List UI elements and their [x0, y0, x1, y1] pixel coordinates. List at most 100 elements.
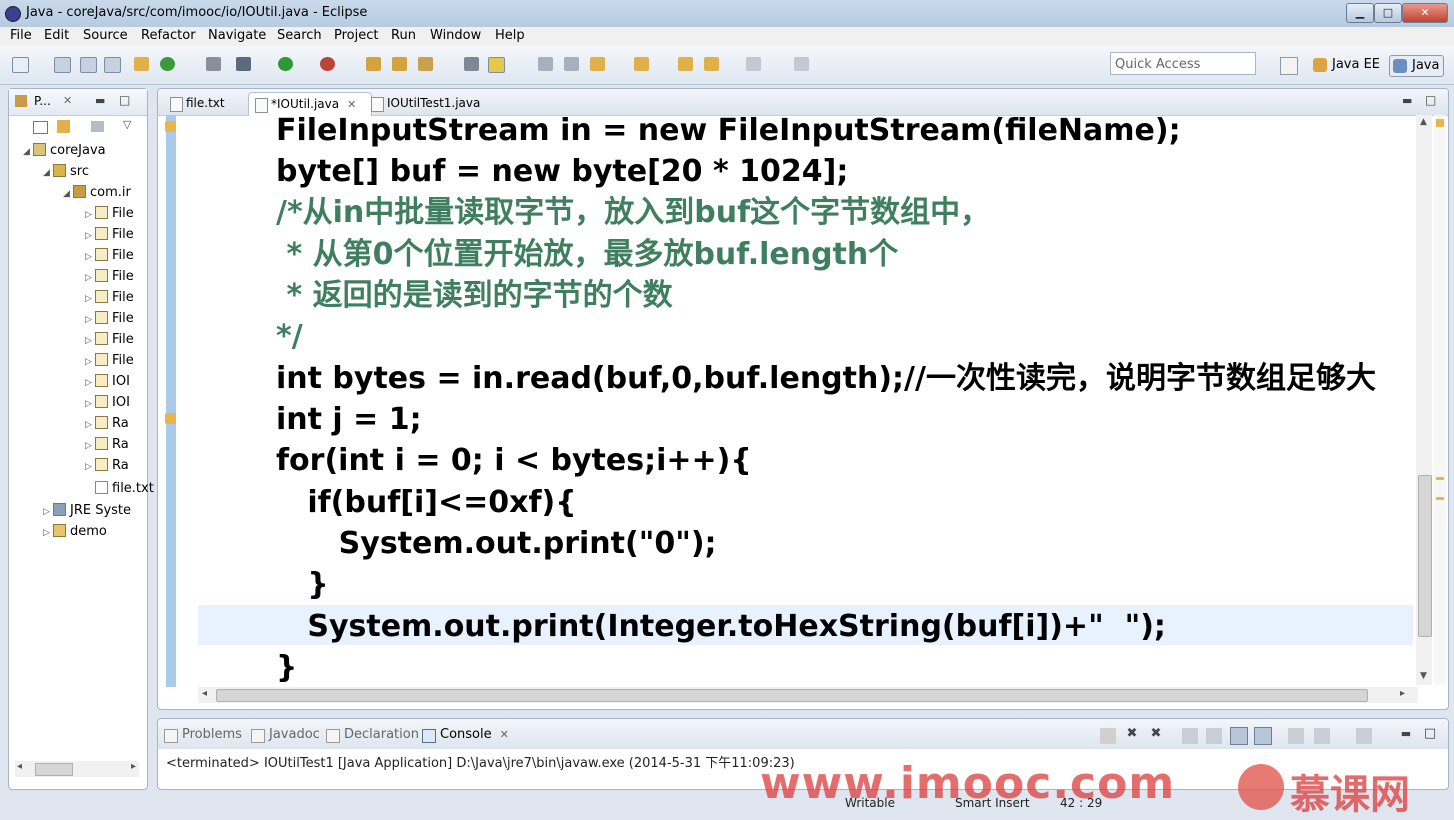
tree-item[interactable]: ▷ File — [85, 267, 134, 287]
tree-item[interactable]: ▷ File — [85, 288, 134, 308]
collapse-icon[interactable]: ▷ — [43, 502, 53, 522]
tree-item[interactable]: ▷ JRE Syste — [43, 501, 131, 521]
next-annotation-icon[interactable] — [590, 57, 605, 71]
refresh-icon[interactable] — [160, 57, 175, 71]
pin-editor-icon[interactable] — [794, 57, 809, 71]
collapse-icon[interactable]: ▷ — [85, 352, 95, 372]
tree-item[interactable]: ▷ Ra — [85, 435, 129, 455]
collapse-icon[interactable]: ▷ — [85, 289, 95, 309]
skip-breakpoints-icon[interactable] — [206, 57, 221, 71]
tree-item[interactable]: ▷ IOI — [85, 393, 130, 413]
show-whitespace-icon[interactable] — [564, 57, 579, 71]
close-icon[interactable]: ✕ — [347, 98, 356, 111]
minimize-button[interactable]: ▁ — [1346, 3, 1374, 23]
overview-ruler[interactable] — [1434, 115, 1446, 685]
highlight-icon[interactable] — [488, 57, 505, 73]
collapse-icon[interactable]: ▷ — [85, 205, 95, 225]
tab-javadoc[interactable]: Javadoc — [251, 727, 320, 743]
tab-problems[interactable]: Problems — [164, 727, 242, 743]
tab-declaration[interactable]: Declaration — [326, 727, 419, 743]
menu-window[interactable]: Window — [430, 28, 481, 43]
tree-item[interactable]: ◢ com.ir — [63, 183, 131, 203]
build-icon[interactable] — [134, 57, 149, 71]
scroll-thumb[interactable] — [216, 689, 1368, 702]
minimize-view-icon[interactable]: ▬ — [1398, 726, 1414, 742]
collapse-icon[interactable]: ▷ — [85, 331, 95, 351]
open-task-icon[interactable] — [392, 57, 407, 71]
scroll-lock-icon[interactable] — [1206, 728, 1222, 744]
warning-marker-icon[interactable] — [165, 121, 176, 132]
collapse-icon[interactable]: ▷ — [85, 436, 95, 456]
perspective-java[interactable]: Java — [1389, 55, 1445, 77]
menu-refactor[interactable]: Refactor — [141, 28, 196, 43]
perspective-java-ee[interactable]: Java EE — [1310, 55, 1384, 75]
menu-file[interactable]: File — [10, 28, 32, 43]
menu-project[interactable]: Project — [334, 28, 378, 43]
close-icon[interactable]: ✕ — [63, 94, 72, 107]
scroll-left-icon[interactable]: ◂ — [202, 688, 207, 699]
collapse-icon[interactable]: ▷ — [85, 457, 95, 477]
tree-item[interactable]: ▷ Ra — [85, 456, 129, 476]
close-icon[interactable]: ✕ — [500, 728, 509, 741]
forward-icon[interactable] — [746, 57, 761, 71]
collapse-all-icon[interactable] — [33, 121, 48, 134]
tree-item[interactable]: ◢ coreJava — [23, 141, 106, 161]
previous-annotation-icon[interactable] — [634, 57, 649, 71]
filter-icon[interactable] — [91, 121, 104, 132]
menu-navigate[interactable]: Navigate — [208, 28, 266, 43]
menu-help[interactable]: Help — [495, 28, 525, 43]
remove-launch-icon[interactable]: ✖ — [1124, 726, 1140, 742]
expand-icon[interactable]: ◢ — [43, 163, 53, 183]
collapse-icon[interactable]: ▷ — [85, 268, 95, 288]
save-icon[interactable] — [54, 57, 71, 73]
editor-vscroll[interactable]: ▲ ▼ — [1416, 115, 1432, 685]
coverage-icon[interactable] — [320, 57, 335, 71]
scroll-right-icon[interactable]: ▸ — [1400, 688, 1405, 699]
pin-console-icon[interactable] — [1288, 728, 1304, 744]
scroll-up-icon[interactable]: ▲ — [1420, 117, 1427, 127]
tree-item[interactable]: ▷ Ra — [85, 414, 129, 434]
block-selection-icon[interactable] — [538, 57, 553, 71]
minimize-view-icon[interactable]: ▬ — [95, 94, 105, 107]
open-console-icon[interactable] — [1356, 728, 1372, 744]
minimize-view-icon[interactable]: ▬ — [1402, 94, 1412, 107]
collapse-icon[interactable]: ▷ — [85, 415, 95, 435]
tree-item[interactable]: ▷ IOI — [85, 372, 130, 392]
last-edit-icon[interactable] — [678, 57, 693, 71]
scroll-thumb[interactable] — [35, 763, 73, 776]
remove-all-icon[interactable]: ✖ — [1148, 726, 1164, 742]
collapse-icon[interactable]: ▷ — [43, 523, 53, 543]
scroll-down-icon[interactable]: ▼ — [1420, 671, 1427, 681]
quick-access-input[interactable]: Quick Access — [1110, 52, 1256, 75]
package-explorer-tab[interactable]: P... — [34, 94, 51, 108]
print-icon[interactable] — [104, 57, 121, 73]
maximize-view-icon[interactable]: □ — [1422, 726, 1438, 742]
maximize-button[interactable]: □ — [1374, 3, 1402, 23]
maximize-view-icon[interactable]: □ — [119, 93, 130, 107]
search-icon[interactable] — [418, 57, 433, 71]
scroll-left-icon[interactable]: ◂ — [17, 761, 22, 772]
clear-console-icon[interactable] — [1182, 728, 1198, 744]
open-type-icon[interactable] — [366, 57, 381, 71]
tree-item[interactable]: ▷ File — [85, 225, 134, 245]
collapse-icon[interactable]: ▷ — [85, 394, 95, 414]
tree-item[interactable]: ▷ File — [85, 204, 134, 224]
overview-marker[interactable] — [1436, 497, 1444, 500]
new-icon[interactable] — [12, 57, 29, 73]
save-all-icon[interactable] — [80, 57, 97, 73]
collapse-icon[interactable]: ▷ — [85, 373, 95, 393]
tree-item[interactable]: ▷ demo — [43, 522, 107, 542]
collapse-icon[interactable]: ▷ — [85, 310, 95, 330]
collapse-icon[interactable]: ▷ — [85, 247, 95, 267]
warning-marker-icon[interactable] — [165, 413, 176, 424]
terminate-icon[interactable] — [1100, 728, 1116, 744]
tree-item[interactable]: file.txt — [85, 479, 154, 499]
maximize-view-icon[interactable]: □ — [1425, 93, 1436, 107]
open-perspective-icon[interactable] — [1280, 57, 1298, 75]
tree-item[interactable]: ◢ src — [43, 162, 89, 182]
debug-icon[interactable] — [236, 57, 251, 71]
overview-marker[interactable] — [1436, 119, 1444, 127]
menu-run[interactable]: Run — [391, 28, 416, 43]
display-console-icon[interactable] — [1314, 728, 1330, 744]
collapse-icon[interactable]: ▷ — [85, 226, 95, 246]
